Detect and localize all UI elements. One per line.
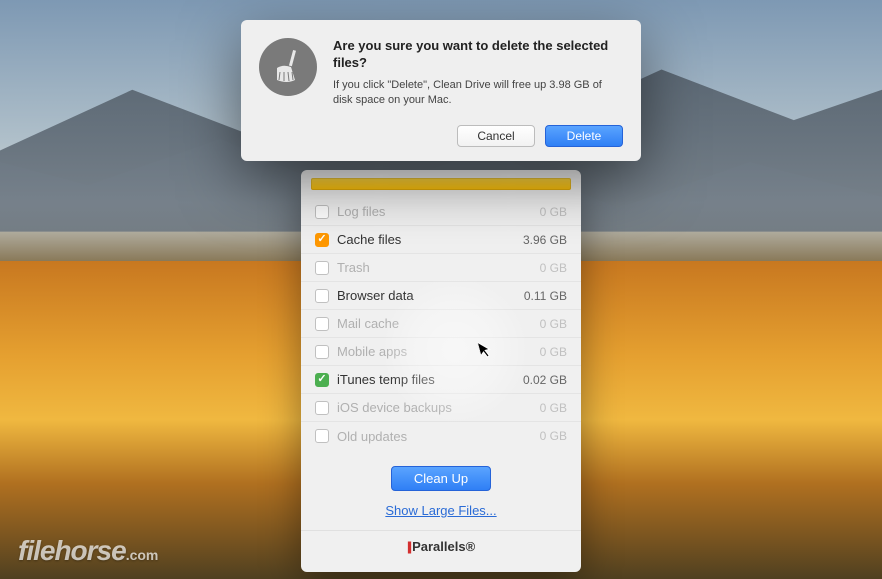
clean-drive-window: Log files0 GBCache files3.96 GBTrash0 GB… [301,170,581,572]
item-label: iTunes temp files [337,372,523,387]
dialog-message: If you click "Delete", Clean Drive will … [333,78,623,109]
item-size: 0 GB [540,345,567,359]
checkbox[interactable] [315,345,329,359]
item-size: 0.02 GB [523,373,567,387]
dialog-title: Are you sure you want to delete the sele… [333,38,623,72]
window-footer: Clean Up Show Large Files... ||Parallels… [301,454,581,572]
item-size: 0 GB [540,401,567,415]
list-item[interactable]: Trash0 GB [301,254,581,282]
list-item[interactable]: Mobile apps0 GB [301,338,581,366]
item-label: iOS device backups [337,400,540,415]
item-size: 0 GB [540,429,567,443]
checkbox[interactable] [315,261,329,275]
list-item[interactable]: iOS device backups0 GB [301,394,581,422]
clean-up-button[interactable]: Clean Up [391,466,491,491]
item-label: Mail cache [337,316,540,331]
delete-button[interactable]: Delete [545,125,623,147]
list-item[interactable]: iTunes temp files0.02 GB [301,366,581,394]
item-size: 3.96 GB [523,233,567,247]
checkbox[interactable] [315,401,329,415]
list-item[interactable]: Browser data0.11 GB [301,282,581,310]
item-size: 0.11 GB [524,289,567,303]
list-item[interactable]: Log files0 GB [301,198,581,226]
confirm-delete-dialog: Are you sure you want to delete the sele… [241,20,641,161]
item-size: 0 GB [540,317,567,331]
list-item[interactable]: Old updates0 GB [301,422,581,450]
item-label: Old updates [337,429,540,444]
watermark: filehorse.com [18,535,158,567]
item-label: Trash [337,260,540,275]
item-label: Cache files [337,232,523,247]
checkbox[interactable] [315,233,329,247]
checkbox[interactable] [315,289,329,303]
checkbox[interactable] [315,317,329,331]
item-size: 0 GB [540,261,567,275]
cancel-button[interactable]: Cancel [457,125,535,147]
list-item[interactable]: Mail cache0 GB [301,310,581,338]
item-label: Browser data [337,288,524,303]
broom-icon [259,38,317,96]
list-item[interactable]: Cache files3.96 GB [301,226,581,254]
brand-label: ||Parallels® [301,530,581,564]
item-size: 0 GB [540,205,567,219]
item-label: Log files [337,204,540,219]
show-large-files-link[interactable]: Show Large Files... [301,503,581,518]
item-label: Mobile apps [337,344,540,359]
checkbox[interactable] [315,205,329,219]
progress-bar [311,178,571,190]
file-category-list: Log files0 GBCache files3.96 GBTrash0 GB… [301,194,581,454]
checkbox[interactable] [315,429,329,443]
checkbox[interactable] [315,373,329,387]
